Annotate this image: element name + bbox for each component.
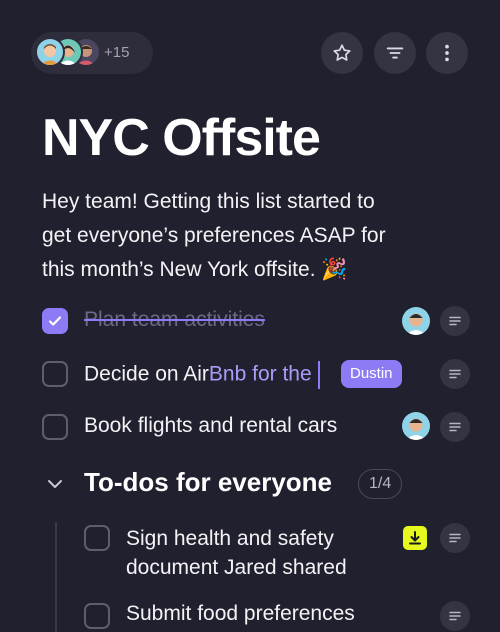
download-icon[interactable] bbox=[403, 526, 427, 550]
task-menu-button[interactable] bbox=[440, 359, 470, 389]
description-line: get everyone’s preferences ASAP for bbox=[42, 224, 386, 247]
description-line: this month’s New York offsite. 🎉 bbox=[42, 258, 348, 281]
filter-button[interactable] bbox=[374, 32, 416, 74]
task-checkbox[interactable] bbox=[42, 361, 68, 387]
assignee-avatar[interactable] bbox=[402, 307, 430, 335]
more-options-button[interactable] bbox=[426, 32, 468, 74]
task-text[interactable]: Decide on AirBnb for the bbox=[84, 361, 320, 389]
task-row: Decide on AirBnb for the Dustin bbox=[0, 358, 500, 390]
more-vertical-icon bbox=[445, 44, 449, 62]
task-row: Plan team activities bbox=[0, 306, 500, 336]
task-checkbox[interactable] bbox=[84, 603, 110, 629]
text-cursor bbox=[317, 361, 320, 389]
task-text-committed: Decide on Air bbox=[84, 362, 209, 386]
collaborators-pill[interactable]: +15 bbox=[31, 32, 153, 74]
lines-icon bbox=[449, 533, 461, 543]
star-icon bbox=[333, 44, 351, 61]
page-description[interactable]: Hey team! Getting this list started to g… bbox=[42, 185, 462, 287]
section-title[interactable]: To-dos for everyone bbox=[84, 467, 332, 498]
task-text[interactable]: Submit food preferences bbox=[126, 602, 355, 626]
task-menu-button[interactable] bbox=[440, 601, 470, 631]
task-row: Book flights and rental cars bbox=[0, 411, 500, 443]
page-title[interactable]: NYC Offsite bbox=[42, 108, 321, 168]
task-checkbox[interactable] bbox=[42, 308, 68, 334]
task-menu-button[interactable] bbox=[440, 412, 470, 442]
task-checkbox[interactable] bbox=[42, 414, 68, 440]
checkmark-icon bbox=[48, 316, 62, 326]
task-menu-button[interactable] bbox=[440, 523, 470, 553]
task-menu-button[interactable] bbox=[440, 306, 470, 336]
task-text[interactable]: Book flights and rental cars bbox=[84, 414, 337, 438]
description-line: Hey team! Getting this list started to bbox=[42, 190, 375, 213]
top-bar: +15 bbox=[0, 0, 500, 108]
section-header[interactable]: To-dos for everyone 1/4 bbox=[0, 463, 500, 503]
lines-icon bbox=[449, 611, 461, 621]
section-progress-badge: 1/4 bbox=[358, 469, 403, 499]
task-checkbox[interactable] bbox=[84, 525, 110, 551]
task-text[interactable]: Plan team activities bbox=[84, 308, 265, 332]
collaborator-cursor-tag: Dustin bbox=[341, 360, 402, 388]
lines-icon bbox=[449, 369, 461, 379]
task-text-being-typed: Bnb for the bbox=[208, 362, 312, 386]
filter-icon bbox=[386, 47, 404, 59]
task-text-line: document Jared shared bbox=[126, 556, 347, 579]
favorite-button[interactable] bbox=[321, 32, 363, 74]
task-row: Sign health and safety document Jared sha… bbox=[0, 522, 500, 584]
collaborators-count: +15 bbox=[104, 44, 130, 61]
task-text-line: Sign health and safety bbox=[126, 527, 334, 550]
task-text[interactable]: Sign health and safety document Jared sha… bbox=[126, 524, 347, 582]
task-row: Submit food preferences bbox=[0, 600, 500, 632]
assignee-avatar[interactable] bbox=[402, 412, 430, 440]
lines-icon bbox=[449, 316, 461, 326]
avatar bbox=[35, 37, 65, 67]
chevron-down-icon[interactable] bbox=[45, 474, 65, 494]
lines-icon bbox=[449, 422, 461, 432]
